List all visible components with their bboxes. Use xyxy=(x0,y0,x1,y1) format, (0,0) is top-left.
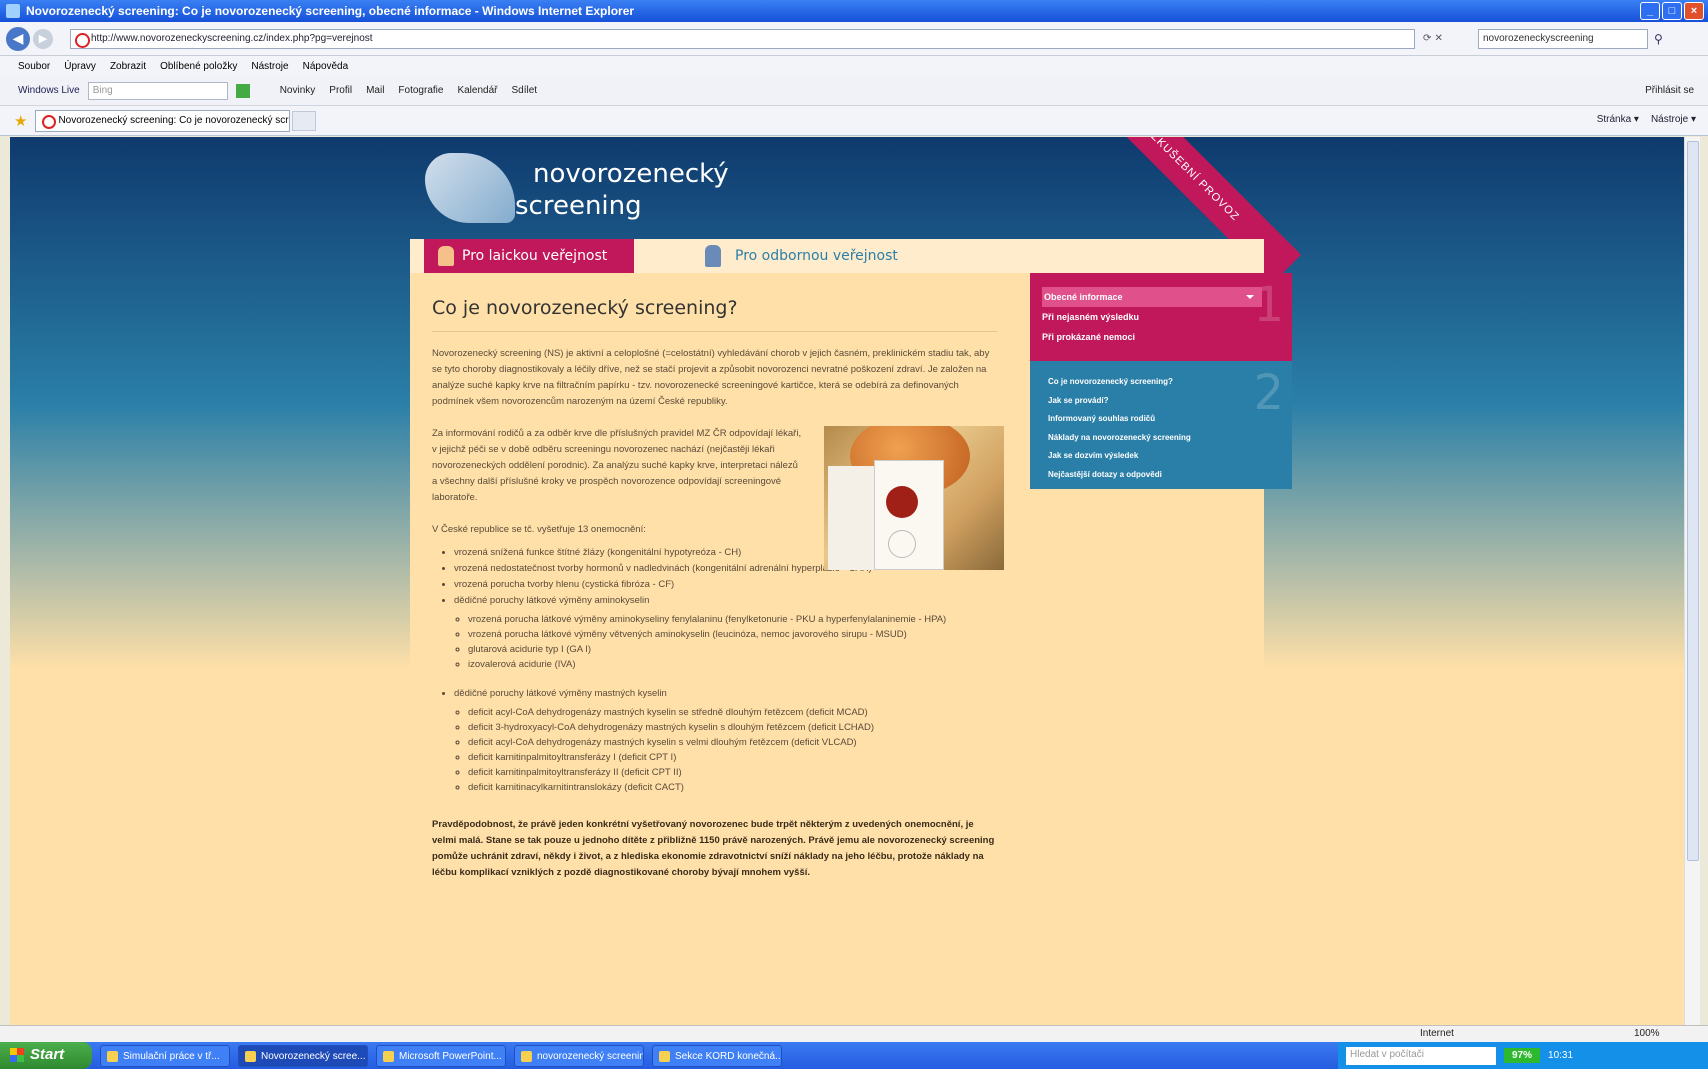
back-button[interactable]: ◀ xyxy=(6,26,30,51)
search-input[interactable]: novorozeneckyscreening xyxy=(1478,28,1648,49)
link-calendar[interactable]: Kalendář xyxy=(457,85,497,96)
menu-bar: Soubor Úpravy Zobrazit Oblíbené položky … xyxy=(0,56,1708,76)
site-logo[interactable]: novorozenecký screening xyxy=(425,147,729,227)
vertical-scrollbar[interactable] xyxy=(1684,137,1700,1025)
favorites-star-icon[interactable]: ★ xyxy=(14,112,27,130)
link-mail[interactable]: Mail xyxy=(366,85,384,96)
blood-card-photo xyxy=(824,426,1004,570)
page-title: Co je novorozenecký screening? xyxy=(432,297,997,332)
search-go-icon[interactable] xyxy=(235,83,250,98)
zoom-level[interactable]: 100% xyxy=(1634,1028,1660,1039)
tab-pro-label: Pro odbornou veřejnost xyxy=(735,248,898,264)
menu-file[interactable]: Soubor xyxy=(18,61,50,72)
sidebar-link[interactable]: Nejčastější dotazy a odpovědi xyxy=(1048,466,1292,485)
ie-icon xyxy=(6,4,20,18)
menu-favorites[interactable]: Oblíbené položky xyxy=(160,61,237,72)
taskbar-item[interactable]: novorozenecký screening xyxy=(514,1044,644,1067)
menu-tools[interactable]: Nástroje xyxy=(251,61,288,72)
start-button[interactable]: Start xyxy=(0,1042,92,1069)
sublist-item: deficit acyl-CoA dehydrogenázy mastných … xyxy=(468,735,997,750)
forward-button[interactable]: ▶ xyxy=(33,28,53,49)
taskbar-item[interactable]: Novorozenecký scree... xyxy=(238,1044,368,1067)
list-item: dědičné poruchy látkové výměny aminokyse… xyxy=(454,593,997,672)
sublist-item: deficit karnitinpalmitoyltransferázy I (… xyxy=(468,750,997,765)
browser-tab[interactable]: Novorozenecký screening: Co je novorozen… xyxy=(35,109,291,132)
section-number: 2 xyxy=(1253,365,1284,421)
menu-view[interactable]: Zobrazit xyxy=(110,61,146,72)
security-zone: Internet xyxy=(1420,1028,1454,1039)
sublist-item: vrozená porucha látkové výměny aminokyse… xyxy=(468,612,997,627)
audience-tabs: Pro laickou veřejnost Pro odbornou veřej… xyxy=(410,239,1264,273)
sidebar-item-general[interactable]: Obecné informace xyxy=(1042,287,1262,307)
sidebar-menu-1: 1 Obecné informace Při nejasném výsledku… xyxy=(1030,273,1292,361)
scrollbar-thumb[interactable] xyxy=(1687,141,1699,861)
clock: 10:31 xyxy=(1548,1050,1574,1061)
sidebar-link[interactable]: Jak se dozvím výsledek xyxy=(1048,447,1292,466)
disease-list: vrozená snížená funkce štítné žlázy (kon… xyxy=(432,545,997,795)
title-bar: Novorozenecký screening: Co je novorozen… xyxy=(0,0,1708,22)
taskbar: Start Simulační práce v tř... Novorozene… xyxy=(0,1042,1708,1069)
tab-bar: ★ Novorozenecký screening: Co je novoroz… xyxy=(0,106,1708,136)
sublist-item: deficit acyl-CoA dehydrogenázy mastných … xyxy=(468,705,997,720)
sidebar-link[interactable]: Náklady na novorozenecký screening xyxy=(1048,429,1292,448)
taskbar-item[interactable]: Simulační práce v tř... xyxy=(100,1044,230,1067)
sublist-item: deficit 3-hydroxyacyl-CoA dehydrogenázy … xyxy=(468,720,997,735)
intro-paragraph: Novorozenecký screening (NS) je aktivní … xyxy=(432,348,990,407)
main-content: Co je novorozenecký screening? Novorozen… xyxy=(432,297,1004,881)
menu-edit[interactable]: Úpravy xyxy=(64,61,96,72)
doctor-icon xyxy=(705,245,721,267)
sublist-item: glutarová acidurie typ I (GA I) xyxy=(468,642,997,657)
address-bar: ◀ ▶ http://www.novorozeneckyscreening.cz… xyxy=(0,22,1708,56)
taskbar-item[interactable]: Microsoft PowerPoint... xyxy=(376,1044,506,1067)
desktop-search[interactable]: Hledat v počítači xyxy=(1346,1046,1496,1065)
sublist-item: vrozená porucha látkové výměny větvených… xyxy=(468,627,997,642)
list-item: vrozená porucha tvorby hlenu (cystická f… xyxy=(454,577,997,592)
system-tray: Hledat v počítači 97% 10:31 xyxy=(1338,1042,1708,1069)
new-tab-button[interactable] xyxy=(292,110,317,131)
search-icon[interactable]: ⚲ xyxy=(1654,32,1663,46)
taskbar-item[interactable]: Sekce KORD konečná... xyxy=(652,1044,782,1067)
person-icon xyxy=(438,246,454,266)
sidebar: 1 Obecné informace Při nejasném výsledku… xyxy=(1030,273,1292,489)
windows-live-toolbar: Windows Live Bing Novinky Profil Mail Fo… xyxy=(0,76,1708,106)
sublist-item: izovalerová acidurie (IVA) xyxy=(468,657,997,672)
page-box: Pro laickou veřejnost Pro odbornou veřej… xyxy=(410,239,1292,1025)
website: novorozenecký screening ZKUŠEBNÍ PROVOZ … xyxy=(410,137,1302,1025)
link-news[interactable]: Novinky xyxy=(280,85,316,96)
live-search-input[interactable]: Bing xyxy=(87,81,228,100)
tools-menu[interactable]: Nástroje ▾ xyxy=(1651,114,1696,125)
link-profile[interactable]: Profil xyxy=(329,85,352,96)
page-menu[interactable]: Stránka ▾ xyxy=(1597,114,1639,125)
url-field[interactable]: http://www.novorozeneckyscreening.cz/ind… xyxy=(70,28,1415,49)
refresh-stop-icons[interactable]: ⟳ ✕ xyxy=(1423,33,1478,44)
list-item: dědičné poruchy látkové výměny mastných … xyxy=(454,686,997,795)
link-photos[interactable]: Fotografie xyxy=(398,85,443,96)
page-viewport: novorozenecký screening ZKUŠEBNÍ PROVOZ … xyxy=(10,137,1700,1025)
sidebar-menu-2: 2 Co je novorozenecký screening? Jak se … xyxy=(1030,361,1292,489)
link-share[interactable]: Sdílet xyxy=(511,85,537,96)
sublist-item: deficit karnitinpalmitoyltransferázy II … xyxy=(468,765,997,780)
tab-lay-public[interactable]: Pro laickou veřejnost xyxy=(424,239,634,273)
responsibility-paragraph: Za informování rodičů a za odběr krve dl… xyxy=(432,428,802,503)
tab-lay-label: Pro laickou veřejnost xyxy=(462,248,608,264)
sublist-item: deficit karnitinacylkarnitintranslokázy … xyxy=(468,780,997,795)
probability-paragraph: Pravděpodobnost, že právě jeden konkrétn… xyxy=(432,819,995,878)
empty-circle xyxy=(888,530,916,558)
windows-live-label[interactable]: Windows Live xyxy=(18,85,80,96)
tab-professional[interactable]: Pro odbornou veřejnost xyxy=(705,239,945,273)
close-button[interactable]: × xyxy=(1684,2,1704,20)
blood-spot xyxy=(886,486,918,518)
signin-link[interactable]: Přihlásit se xyxy=(1645,85,1694,96)
logo-text-2: screening xyxy=(515,191,642,221)
battery-indicator: 97% xyxy=(1504,1048,1541,1063)
maximize-button[interactable]: □ xyxy=(1662,2,1682,20)
logo-graphic xyxy=(425,153,515,223)
minimize-button[interactable]: _ xyxy=(1640,2,1660,20)
logo-text-1: novorozenecký xyxy=(533,159,729,189)
menu-help[interactable]: Nápověda xyxy=(303,61,349,72)
status-bar: Internet 100% xyxy=(0,1025,1708,1042)
window-title: Novorozenecký screening: Co je novorozen… xyxy=(26,4,635,18)
